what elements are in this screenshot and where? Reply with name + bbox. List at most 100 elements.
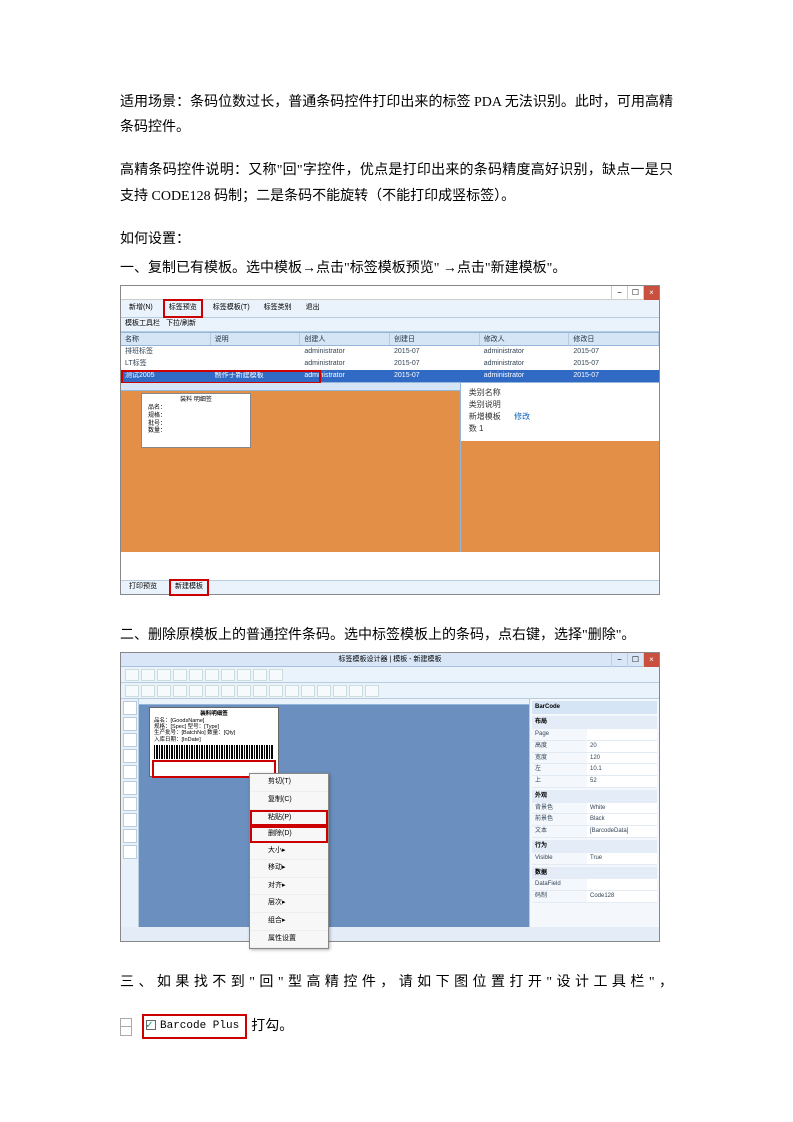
prop-row[interactable]: VisibleTrue bbox=[532, 853, 657, 865]
close-button[interactable]: × bbox=[643, 653, 659, 667]
toolbar-icon[interactable] bbox=[125, 669, 139, 681]
cell: 2015-07 bbox=[390, 346, 480, 358]
ctx-paste[interactable]: 粘贴(P) bbox=[250, 810, 328, 827]
design-canvas[interactable]: 装料明细签 品名：[GoodsName] 规格：[Spec] 型号：[Type]… bbox=[139, 699, 529, 927]
toolbar-icon[interactable] bbox=[173, 669, 187, 681]
tool-icon[interactable] bbox=[123, 845, 137, 859]
prop-category: 行为 bbox=[532, 840, 657, 853]
cell: administrator bbox=[480, 346, 570, 358]
tool-icon[interactable] bbox=[123, 813, 137, 827]
toolbar-icon[interactable] bbox=[365, 685, 379, 697]
toolbar-icon[interactable] bbox=[189, 685, 203, 697]
toolbar-icon[interactable] bbox=[285, 685, 299, 697]
minimize-button[interactable]: − bbox=[611, 286, 627, 300]
prop-row[interactable]: DataField bbox=[532, 879, 657, 891]
ctx-size[interactable]: 大小 ▸ bbox=[250, 843, 328, 861]
prop-row[interactable]: 上52 bbox=[532, 776, 657, 788]
ctx-properties[interactable]: 属性设置 bbox=[250, 931, 328, 949]
tool-icon[interactable] bbox=[123, 829, 137, 843]
toolbar-icon[interactable] bbox=[237, 669, 251, 681]
close-button[interactable]: × bbox=[643, 286, 659, 300]
tool-icon[interactable] bbox=[123, 733, 137, 747]
col-name[interactable]: 名称 bbox=[121, 333, 211, 345]
cell: 2015-07 bbox=[569, 370, 659, 382]
toolbar-icon[interactable] bbox=[173, 685, 187, 697]
ctx-copy[interactable]: 复制(C) bbox=[250, 792, 328, 810]
toolbar-icon[interactable] bbox=[221, 685, 235, 697]
toolbar-preview-btn[interactable]: 标签预览 bbox=[163, 299, 203, 318]
toolbar-icon[interactable] bbox=[125, 685, 139, 697]
checkbox-icon[interactable] bbox=[146, 1020, 156, 1030]
barcode-plus-checkbox-image: Barcode Plus bbox=[142, 1014, 247, 1040]
prop-row[interactable]: 文本[BarcodeData] bbox=[532, 826, 657, 838]
toolbar-icon[interactable] bbox=[221, 669, 235, 681]
toolbar-icon[interactable] bbox=[253, 669, 267, 681]
prop-category: 布局 bbox=[532, 716, 657, 729]
toolbar-icon[interactable] bbox=[349, 685, 363, 697]
toolbar-icon[interactable] bbox=[205, 685, 219, 697]
toolbar-icon[interactable] bbox=[317, 685, 331, 697]
prop-category: 数据 bbox=[532, 867, 657, 880]
toolbar-category-btn[interactable]: 标签类别 bbox=[260, 301, 296, 316]
cell: administrator bbox=[480, 358, 570, 370]
tool-icon[interactable] bbox=[123, 701, 137, 715]
toolbar-icon[interactable] bbox=[141, 669, 155, 681]
label-preview[interactable]: 装料 明细签 品名： 规格： 批号： 数量： bbox=[141, 393, 251, 448]
maximize-button[interactable]: ☐ bbox=[627, 653, 643, 667]
prop-row[interactable]: 码制Code128 bbox=[532, 891, 657, 903]
grid-row[interactable]: LT标签 administrator 2015-07 administrator… bbox=[121, 358, 659, 370]
prop-category: 外观 bbox=[532, 790, 657, 803]
minimize-button[interactable]: − bbox=[611, 653, 627, 667]
toolbar-exit-btn[interactable]: 退出 bbox=[302, 301, 324, 316]
toolbar-icon[interactable] bbox=[141, 685, 155, 697]
prop-row[interactable]: 背景色White bbox=[532, 803, 657, 815]
label-template[interactable]: 装料明细签 品名：[GoodsName] 规格：[Spec] 型号：[Type]… bbox=[149, 707, 279, 777]
col-createdate[interactable]: 创建日 bbox=[390, 333, 480, 345]
step-3: 三、如果找不到"回"型高精控件，请如下图位置打开"设计工具栏"， bbox=[120, 970, 673, 995]
toolbar-new-btn[interactable]: 新增(N) bbox=[125, 301, 157, 316]
ctx-layer[interactable]: 层次 ▸ bbox=[250, 895, 328, 913]
toolbar-icon[interactable] bbox=[253, 685, 267, 697]
toolbar-icon[interactable] bbox=[237, 685, 251, 697]
maximize-button[interactable]: ☐ bbox=[627, 286, 643, 300]
ctx-cut[interactable]: 剪切(T) bbox=[250, 774, 328, 792]
cell: 2015-07 bbox=[390, 370, 480, 382]
col-creator[interactable]: 创建人 bbox=[300, 333, 390, 345]
tool-icon[interactable] bbox=[123, 765, 137, 779]
footer-new-template-btn[interactable]: 新建模板 bbox=[169, 579, 209, 596]
tool-icon[interactable] bbox=[123, 797, 137, 811]
toolbar-icon[interactable] bbox=[157, 685, 171, 697]
footer-print-preview-btn[interactable]: 打印预览 bbox=[125, 581, 161, 594]
ctx-move[interactable]: 移动 ▸ bbox=[250, 860, 328, 878]
toolbar-icon[interactable] bbox=[269, 685, 283, 697]
toolbar-icon[interactable] bbox=[189, 669, 203, 681]
ctx-group[interactable]: 组合 ▸ bbox=[250, 913, 328, 931]
toolbar-icon[interactable] bbox=[157, 669, 171, 681]
toolbar-template-btn[interactable]: 标签模板(T) bbox=[209, 301, 254, 316]
prop-row[interactable]: 宽度120 bbox=[532, 753, 657, 765]
prop-row[interactable]: 左10.1 bbox=[532, 764, 657, 776]
prop-row[interactable]: 前景色Black bbox=[532, 814, 657, 826]
ctx-align[interactable]: 对齐 ▸ bbox=[250, 878, 328, 896]
tool-icon[interactable] bbox=[123, 749, 137, 763]
modify-link[interactable]: 修改 bbox=[514, 412, 530, 421]
cell bbox=[211, 358, 301, 370]
col-modifier[interactable]: 修改人 bbox=[480, 333, 570, 345]
toolbar-icon[interactable] bbox=[205, 669, 219, 681]
toolbar-icon[interactable] bbox=[301, 685, 315, 697]
design-preview-pane: 装料 明细签 品名： 规格： 批号： 数量： bbox=[121, 383, 460, 552]
col-desc[interactable]: 说明 bbox=[211, 333, 301, 345]
tool-icon[interactable] bbox=[123, 717, 137, 731]
toolbar-icon[interactable] bbox=[333, 685, 347, 697]
prop-row[interactable]: 高度20 bbox=[532, 741, 657, 753]
barcode-control[interactable] bbox=[154, 745, 274, 759]
window-titlebar: − ☐ × bbox=[121, 286, 659, 300]
tool-icon[interactable] bbox=[123, 781, 137, 795]
col-modifydate[interactable]: 修改日 bbox=[569, 333, 659, 345]
toolbar-icon[interactable] bbox=[269, 669, 283, 681]
prop-row[interactable]: Page bbox=[532, 729, 657, 741]
property-panel: BarCode 布局 Page 高度20 宽度120 左10.1 上52 外观 … bbox=[529, 699, 659, 927]
ctx-delete[interactable]: 删除(D) bbox=[250, 826, 328, 843]
howto-heading: 如何设置： bbox=[120, 227, 673, 252]
grid-row[interactable]: 排班标签 administrator 2015-07 administrator… bbox=[121, 346, 659, 358]
